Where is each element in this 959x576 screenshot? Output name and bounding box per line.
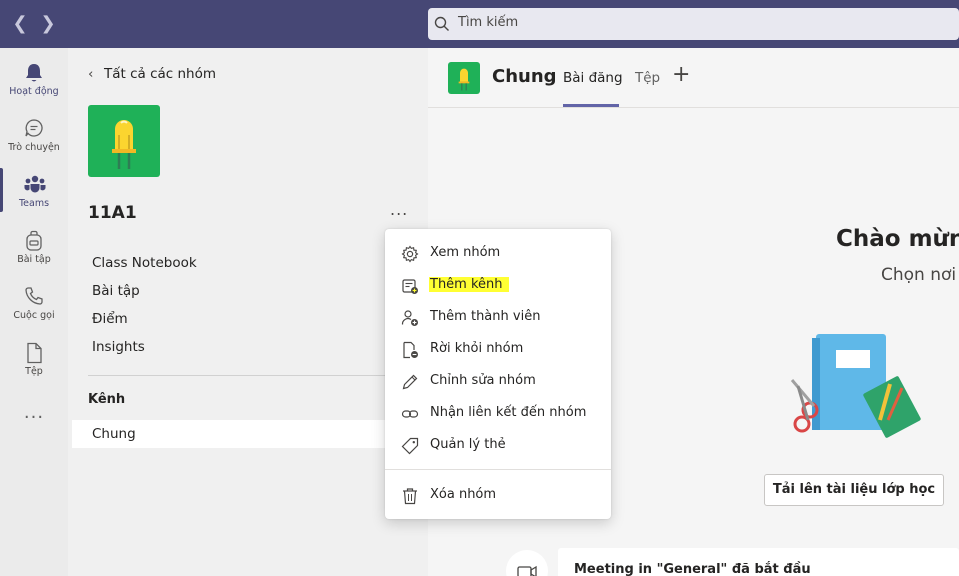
menu-item-view-team[interactable]: Xem nhóm [385,239,611,267]
app-rail: Hoạt động Trò chuyện Teams Bài tập Cuộc … [0,48,68,576]
add-channel-icon [402,279,418,294]
channels-heading: Kênh [88,392,126,407]
tab-files[interactable]: Tệp [635,70,660,86]
menu-item-get-link[interactable]: Nhận liên kết đến nhóm [385,399,611,427]
divider [88,375,408,376]
all-teams-label: Tất cả các nhóm [104,66,217,82]
gear-icon [401,245,419,263]
menu-item-add-member[interactable]: Thêm thành viên [385,303,611,331]
channel-item-general[interactable]: Chung [72,420,428,448]
meeting-post-card[interactable]: Meeting in "General" đã bắt đầu [558,548,959,576]
team-avatar [88,105,160,177]
menu-item-label: Xóa nhóm [430,487,497,502]
search-box[interactable]: Tìm kiếm [428,8,959,40]
menu-item-label: Chỉnh sửa nhóm [430,373,536,388]
chevron-left-icon: ‹ [88,66,94,82]
trash-icon [403,488,417,505]
welcome-heading: Chào mừng [836,226,959,252]
panel-link-insights[interactable]: Insights [92,339,145,355]
rail-label: Trò chuyện [8,142,60,153]
bell-icon [26,64,42,82]
file-icon [27,342,42,364]
menu-item-edit-team[interactable]: Chỉnh sửa nhóm [385,367,611,395]
meeting-text: Meeting in "General" đã bắt đầu [574,562,811,576]
more-options-icon[interactable]: ... [390,200,408,219]
tag-icon [401,437,419,455]
chat-icon [25,119,43,137]
link-icon [401,410,419,418]
menu-item-leave-team[interactable]: Rời khỏi nhóm [385,335,611,363]
panel-link-grades[interactable]: Điểm [92,311,128,327]
rail-item-teams[interactable]: Teams [0,164,68,220]
team-context-menu: Xem nhóm Thêm kênh Thêm thành viên Rời k… [385,229,611,519]
team-name: 11A1 [88,203,137,223]
all-teams-link[interactable]: ‹ Tất cả các nhóm [88,66,216,82]
rail-item-assignments[interactable]: Bài tập [0,220,68,276]
rail-item-activity[interactable]: Hoạt động [0,52,68,108]
rail-label: Cuộc gọi [13,310,55,321]
backpack-icon [26,230,42,251]
back-arrow-icon[interactable]: ❮ [10,12,30,36]
add-tab-icon[interactable]: + [672,62,690,87]
lightbulb-icon [458,68,470,91]
channel-title: Chung [492,66,557,87]
rail-item-calls[interactable]: Cuộc gọi [0,276,68,332]
menu-item-label: Quản lý thẻ [430,437,506,452]
menu-item-manage-tags[interactable]: Quản lý thẻ [385,431,611,459]
forward-arrow-icon[interactable]: ❯ [38,12,58,36]
active-tab-underline [563,104,619,107]
channel-avatar [448,62,480,94]
highlighted-label: Thêm kênh [429,277,509,292]
menu-item-label: Thêm kênh [429,277,509,292]
add-member-icon [401,310,418,326]
upload-class-materials-button[interactable]: Tải lên tài liệu lớp học [764,474,944,506]
welcome-subtitle: Chọn nơi [881,265,957,285]
menu-item-label: Thêm thành viên [430,309,541,324]
rail-label: Teams [18,198,50,209]
menu-item-label: Nhận liên kết đến nhóm [430,405,587,420]
tab-posts[interactable]: Bài đăng [563,70,623,86]
notebook-illustration [790,334,921,438]
leave-team-icon [403,341,418,359]
menu-item-delete-team[interactable]: Xóa nhóm [385,481,611,509]
title-bar: ❮ ❯ Tìm kiếm [0,0,959,48]
rail-label: Bài tập [17,254,51,265]
video-camera-icon [517,565,537,576]
rail-label: Hoạt động [9,86,59,97]
channel-label: Chung [92,426,136,442]
rail-label: Tệp [25,366,43,377]
lightbulb-icon [112,120,136,169]
menu-separator [385,469,611,470]
search-icon [434,16,449,31]
menu-item-add-channel[interactable]: Thêm kênh [385,271,611,299]
channel-header: Chung Bài đăng Tệp + [428,48,959,108]
panel-link-class-notebook[interactable]: Class Notebook [92,255,197,271]
rail-item-files[interactable]: Tệp [0,332,68,388]
panel-link-assignments[interactable]: Bài tập [92,283,140,299]
phone-icon [25,287,43,305]
search-placeholder: Tìm kiếm [458,15,519,30]
menu-item-label: Rời khỏi nhóm [430,341,524,356]
teams-icon [24,175,46,193]
pencil-icon [402,374,418,390]
meeting-avatar [506,550,548,576]
team-panel: ‹ Tất cả các nhóm 11A1 ... Class Notebook… [68,48,428,576]
menu-item-label: Xem nhóm [430,245,501,260]
rail-item-chat[interactable]: Trò chuyện [0,108,68,164]
more-apps-icon[interactable]: ... [0,402,68,423]
